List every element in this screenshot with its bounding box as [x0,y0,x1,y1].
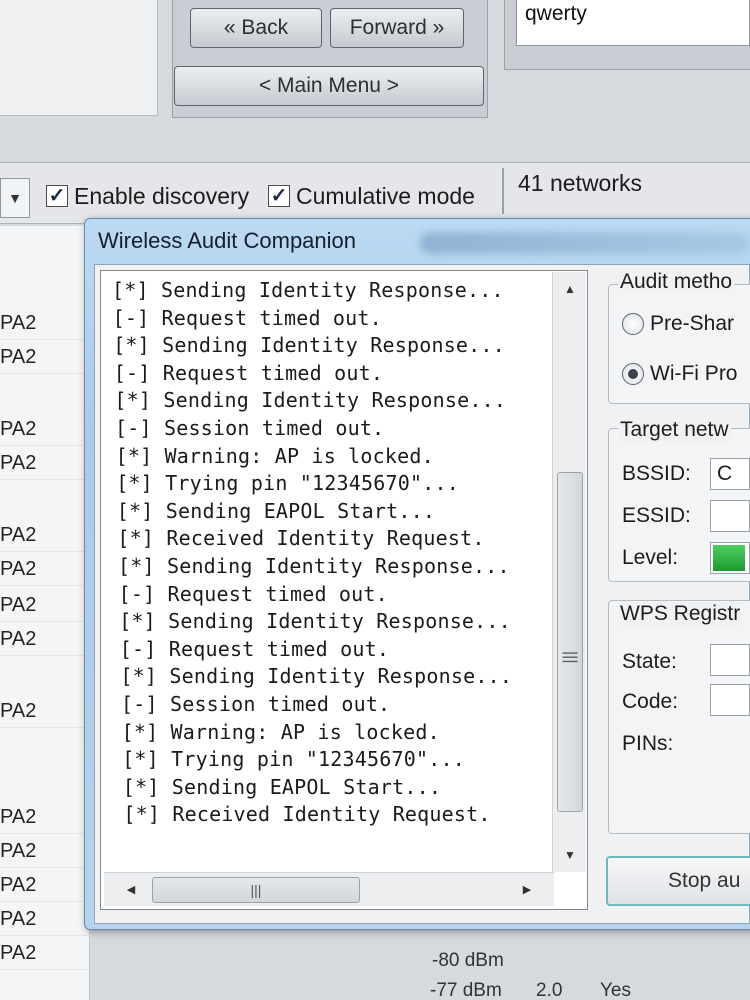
radio-selected-icon[interactable] [622,363,644,385]
log-line: [*] Sending Identity Response... [114,388,507,413]
list-item[interactable]: PA2 [0,868,90,902]
bssid-label: BSSID: [622,462,691,485]
pins-label: PINs: [622,732,674,755]
scroll-thumb[interactable]: ||| [152,877,360,903]
version-text: 2.0 [536,980,563,1000]
grip-icon: ||| [562,651,579,664]
wps-registrar-group [608,600,750,834]
log-line: [*] Trying pin "12345670"... [116,471,459,496]
log-line: [*] Sending Identity Response... [119,609,511,634]
list-item[interactable]: PA2 [0,306,90,340]
log-line: [*] Warning: AP is locked. [121,719,440,744]
state-label: State: [622,650,677,673]
horizontal-scrollbar[interactable]: ◀ ||| ▶ [104,872,554,906]
state-field[interactable] [710,644,750,676]
list-item[interactable]: PA2 [0,340,90,374]
network-count: 41 networks [518,170,643,196]
code-label: Code: [622,690,679,713]
scroll-left-icon[interactable]: ◀ [118,873,144,907]
list-item[interactable]: PA2 [0,412,90,446]
cumulative-mode-checkbox[interactable]: ✓ Cumulative mode [268,180,475,212]
log-line: [*] Received Identity Request. [117,526,485,551]
toolbar-divider [502,168,504,214]
wps-enabled-text: Yes [600,980,631,1000]
dialog-title: Wireless Audit Companion [98,228,357,253]
list-item[interactable]: PA2 [0,622,90,656]
scroll-up-icon[interactable]: ▲ [553,274,587,304]
signal-level-text: -80 dBm [432,950,504,971]
stop-audit-button[interactable]: Stop au [606,856,750,906]
audit-method-title: Audit metho [618,270,735,294]
enable-discovery-checkbox[interactable]: ✓ Enable discovery [46,180,249,212]
list-item[interactable]: PA2 [0,588,90,622]
list-item[interactable]: PA2 [0,834,90,868]
title-bar-blur [420,232,750,254]
wps-registrar-title: WPS Registr [618,602,743,626]
log-line: [*] Warning: AP is locked. [115,443,434,468]
log-line: [-] Request timed out. [112,305,382,330]
radio-label: Wi-Fi Pro [650,362,738,385]
log-line: [*] Sending Identity Response... [120,664,513,689]
enable-discovery-label: Enable discovery [74,182,250,209]
back-button[interactable]: « Back [190,8,322,48]
chevron-down-icon[interactable]: ▼ [0,178,30,218]
list-item[interactable]: PA2 [0,902,90,936]
audit-method-group [608,284,750,404]
forward-button[interactable]: Forward » [330,8,464,48]
radio-icon[interactable] [622,313,644,335]
list-item[interactable]: PA2 [0,694,90,728]
log-line: [*] Received Identity Request. [123,802,491,827]
scroll-right-icon[interactable]: ▶ [514,873,540,907]
radio-label: Pre-Shar [650,312,735,335]
signal-level-bar [710,542,750,574]
log-line: [-] Request timed out. [118,581,388,606]
target-network-title: Target netw [618,418,731,442]
vertical-scrollbar[interactable]: ▲ ||| ▼ [552,272,586,872]
log-line: [*] Sending EAPOL Start... [122,774,442,799]
log-line: [*] Sending EAPOL Start... [116,498,436,523]
log-line: [*] Trying pin "12345670"... [122,747,465,772]
signal-level-text: -77 dBm [430,980,502,1000]
log-line: [-] Request timed out. [113,360,384,385]
code-field[interactable] [710,684,750,716]
list-item[interactable]: PA2 [0,518,90,552]
scroll-thumb[interactable]: ||| [557,472,583,812]
essid-field[interactable] [710,500,750,532]
checkmark-icon[interactable]: ✓ [46,185,68,207]
list-item[interactable]: PA2 [0,936,90,970]
main-menu-button[interactable]: < Main Menu > [174,66,484,106]
list-item[interactable]: PA2 [0,800,90,834]
essid-label: ESSID: [622,504,691,527]
checkmark-icon[interactable]: ✓ [268,185,290,207]
list-item[interactable]: PA2 [0,446,90,480]
radio-pre-shared[interactable]: Pre-Shar [622,312,734,336]
log-line: [-] Session timed out. [121,692,391,716]
bssid-field[interactable]: C [710,458,750,490]
log-line: [*] Sending Identity Response... [113,333,505,358]
signal-level-fill [713,545,745,571]
log-line: [*] Sending Identity Response... [118,554,510,578]
cumulative-mode-label: Cumulative mode [296,182,475,209]
log-line: [-] Session timed out. [115,416,385,440]
network-list: PA2 PA2 PA2 PA2 PA2 PA2 PA2 PA2 PA2 PA2 … [0,226,90,1000]
list-item[interactable]: PA2 [0,552,90,586]
log-line: [-] Request timed out. [119,636,390,661]
top-left-panel [0,0,158,116]
key-input[interactable]: qwerty [516,0,750,46]
level-label: Level: [622,546,679,569]
scroll-down-icon[interactable]: ▼ [553,840,587,870]
radio-wifi-protected[interactable]: Wi-Fi Pro [622,362,738,386]
log-line: [*] Sending Identity Response... [112,278,504,302]
